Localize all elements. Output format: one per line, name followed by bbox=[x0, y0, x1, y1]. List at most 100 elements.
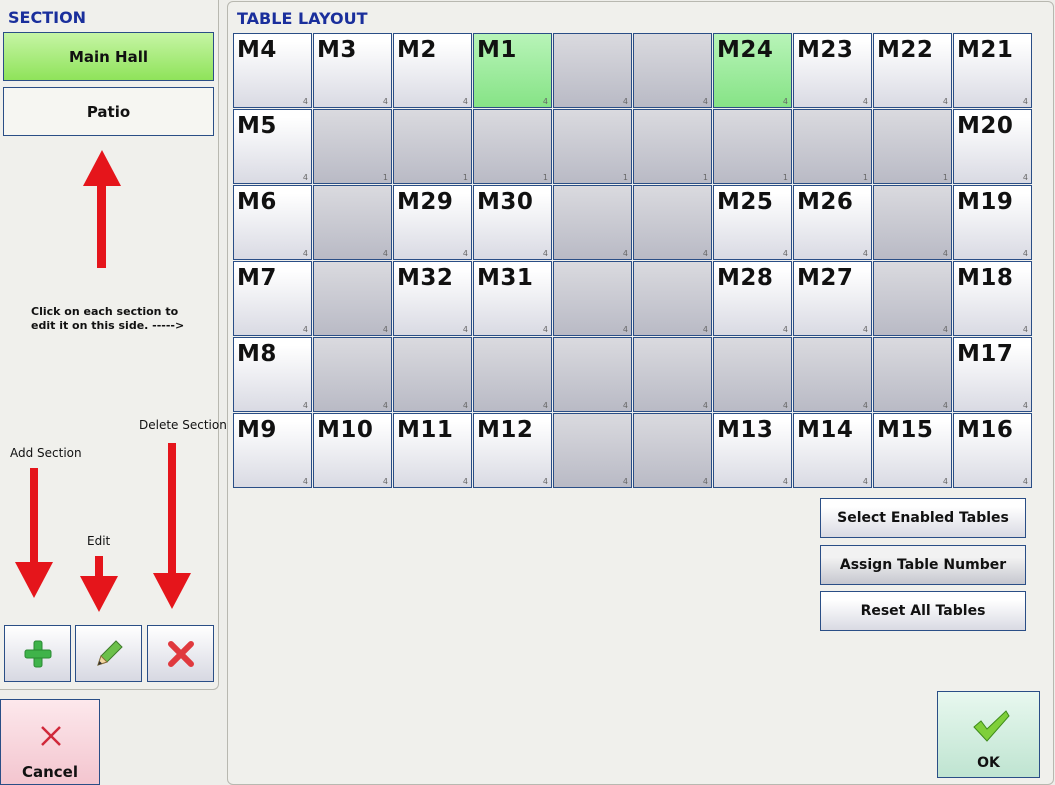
table-tile-empty[interactable]: 4 bbox=[553, 185, 632, 260]
table-tile-empty[interactable]: 4 bbox=[633, 413, 712, 488]
annotation-arrow-up bbox=[83, 150, 121, 186]
table-tile-seats: 1 bbox=[862, 173, 868, 182]
table-tile-name: M7 bbox=[237, 265, 277, 291]
table-tile-seats: 4 bbox=[382, 477, 388, 486]
table-tile-empty[interactable]: 1 bbox=[793, 109, 872, 184]
table-tile-empty[interactable]: 4 bbox=[633, 261, 712, 336]
table-tile-m14[interactable]: M14 4 bbox=[793, 413, 872, 488]
table-tile-empty[interactable]: 1 bbox=[873, 109, 952, 184]
section-item-main-hall[interactable]: Main Hall bbox=[3, 32, 214, 81]
reset-all-tables-button[interactable]: Reset All Tables bbox=[820, 591, 1026, 631]
table-tile-seats: 4 bbox=[862, 249, 868, 258]
table-tile-m30[interactable]: M30 4 bbox=[473, 185, 552, 260]
table-tile-empty[interactable]: 4 bbox=[713, 337, 792, 412]
delete-section-button[interactable] bbox=[147, 625, 214, 682]
table-tile-m13[interactable]: M13 4 bbox=[713, 413, 792, 488]
section-item-patio[interactable]: Patio bbox=[3, 87, 214, 136]
table-tile-m12[interactable]: M12 4 bbox=[473, 413, 552, 488]
table-tile-seats: 4 bbox=[542, 249, 548, 258]
table-tile-m24[interactable]: M24 4 bbox=[713, 33, 792, 108]
table-tile-name: M1 bbox=[477, 37, 517, 63]
section-item-label: Patio bbox=[86, 102, 131, 121]
ok-label: OK bbox=[977, 755, 1000, 771]
table-tile-empty[interactable]: 4 bbox=[553, 337, 632, 412]
table-tile-seats: 4 bbox=[302, 173, 308, 182]
table-tile-seats: 4 bbox=[622, 249, 628, 258]
table-tile-empty[interactable]: 4 bbox=[633, 33, 712, 108]
table-tile-empty[interactable]: 4 bbox=[553, 261, 632, 336]
table-tile-name: M24 bbox=[717, 37, 774, 63]
table-tile-seats: 4 bbox=[302, 97, 308, 106]
table-tile-empty[interactable]: 4 bbox=[873, 261, 952, 336]
table-tile-m31[interactable]: M31 4 bbox=[473, 261, 552, 336]
table-tile-empty[interactable]: 1 bbox=[713, 109, 792, 184]
table-tile-m32[interactable]: M32 4 bbox=[393, 261, 472, 336]
table-tile-m20[interactable]: M20 4 bbox=[953, 109, 1032, 184]
edit-section-button[interactable] bbox=[75, 625, 142, 682]
table-tile-empty[interactable]: 1 bbox=[633, 109, 712, 184]
table-tile-name: M11 bbox=[397, 417, 454, 443]
table-tile-m1[interactable]: M1 4 bbox=[473, 33, 552, 108]
table-tile-seats: 4 bbox=[702, 249, 708, 258]
add-section-button[interactable] bbox=[4, 625, 71, 682]
table-tile-seats: 4 bbox=[1022, 249, 1028, 258]
table-tile-empty[interactable]: 4 bbox=[313, 261, 392, 336]
cancel-button[interactable]: Cancel bbox=[0, 699, 100, 785]
table-tile-name: M15 bbox=[877, 417, 934, 443]
table-tile-m22[interactable]: M22 4 bbox=[873, 33, 952, 108]
table-tile-empty[interactable]: 4 bbox=[393, 337, 472, 412]
table-tile-m15[interactable]: M15 4 bbox=[873, 413, 952, 488]
table-tile-empty[interactable]: 4 bbox=[793, 337, 872, 412]
table-tile-seats: 4 bbox=[702, 97, 708, 106]
table-tile-empty[interactable]: 4 bbox=[633, 337, 712, 412]
table-grid: M4 4 M3 4 M2 4 M1 4 4 4 M24 4 M23 4 M22 4 M21 4 M5 4 1 1 1 1 1 1 1… bbox=[233, 33, 1032, 488]
table-tile-empty[interactable]: 4 bbox=[553, 33, 632, 108]
table-tile-m7[interactable]: M7 4 bbox=[233, 261, 312, 336]
table-tile-m6[interactable]: M6 4 bbox=[233, 185, 312, 260]
table-tile-seats: 4 bbox=[862, 477, 868, 486]
table-tile-m27[interactable]: M27 4 bbox=[793, 261, 872, 336]
table-tile-m23[interactable]: M23 4 bbox=[793, 33, 872, 108]
table-tile-m4[interactable]: M4 4 bbox=[233, 33, 312, 108]
table-tile-m16[interactable]: M16 4 bbox=[953, 413, 1032, 488]
ok-button[interactable]: OK bbox=[937, 691, 1040, 778]
table-tile-empty[interactable]: 1 bbox=[393, 109, 472, 184]
table-tile-m19[interactable]: M19 4 bbox=[953, 185, 1032, 260]
table-tile-seats: 4 bbox=[462, 401, 468, 410]
table-tile-empty[interactable]: 4 bbox=[313, 185, 392, 260]
table-tile-empty[interactable]: 4 bbox=[313, 337, 392, 412]
table-tile-empty[interactable]: 4 bbox=[553, 413, 632, 488]
table-tile-empty[interactable]: 4 bbox=[473, 337, 552, 412]
table-tile-empty[interactable]: 1 bbox=[313, 109, 392, 184]
table-tile-seats: 4 bbox=[862, 401, 868, 410]
table-tile-empty[interactable]: 4 bbox=[873, 185, 952, 260]
select-enabled-tables-button[interactable]: Select Enabled Tables bbox=[820, 498, 1026, 538]
annotation-arrow-shaft bbox=[168, 443, 176, 575]
table-tile-m3[interactable]: M3 4 bbox=[313, 33, 392, 108]
table-tile-m8[interactable]: M8 4 bbox=[233, 337, 312, 412]
table-tile-m2[interactable]: M2 4 bbox=[393, 33, 472, 108]
table-tile-empty[interactable]: 1 bbox=[473, 109, 552, 184]
table-tile-empty[interactable]: 4 bbox=[633, 185, 712, 260]
table-tile-name: M29 bbox=[397, 189, 454, 215]
table-tile-m26[interactable]: M26 4 bbox=[793, 185, 872, 260]
table-tile-m29[interactable]: M29 4 bbox=[393, 185, 472, 260]
table-tile-m18[interactable]: M18 4 bbox=[953, 261, 1032, 336]
table-tile-seats: 4 bbox=[622, 477, 628, 486]
table-tile-m10[interactable]: M10 4 bbox=[313, 413, 392, 488]
table-tile-m25[interactable]: M25 4 bbox=[713, 185, 792, 260]
table-tile-seats: 4 bbox=[942, 401, 948, 410]
table-tile-empty[interactable]: 1 bbox=[553, 109, 632, 184]
table-tile-m9[interactable]: M9 4 bbox=[233, 413, 312, 488]
assign-table-number-button[interactable]: Assign Table Number bbox=[820, 545, 1026, 585]
edit-note: Edit bbox=[87, 534, 111, 548]
table-tile-seats: 4 bbox=[462, 249, 468, 258]
table-tile-m5[interactable]: M5 4 bbox=[233, 109, 312, 184]
table-tile-m21[interactable]: M21 4 bbox=[953, 33, 1032, 108]
table-tile-seats: 4 bbox=[302, 477, 308, 486]
table-tile-empty[interactable]: 4 bbox=[873, 337, 952, 412]
table-tile-seats: 1 bbox=[542, 173, 548, 182]
table-tile-m17[interactable]: M17 4 bbox=[953, 337, 1032, 412]
table-tile-m11[interactable]: M11 4 bbox=[393, 413, 472, 488]
table-tile-m28[interactable]: M28 4 bbox=[713, 261, 792, 336]
